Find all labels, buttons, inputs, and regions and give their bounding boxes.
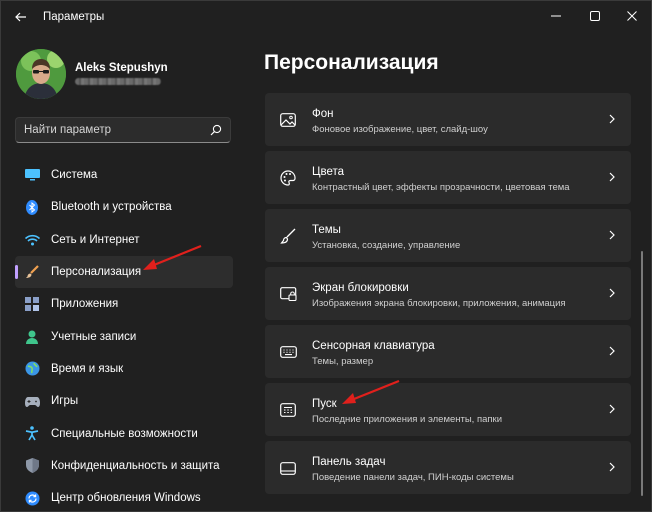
chevron-right-icon — [607, 344, 617, 358]
sidebar-item-label: Конфиденциальность и защита — [51, 459, 220, 472]
sidebar-item-label: Учетные записи — [51, 330, 137, 343]
sidebar-item-label: Игры — [51, 395, 79, 408]
accounts-icon — [24, 329, 40, 345]
avatar[interactable] — [16, 49, 66, 99]
sidebar-item-accounts[interactable]: Учетные записи — [15, 320, 233, 352]
sidebar-item-system[interactable]: Система — [15, 159, 233, 191]
sidebar-item-label: Центр обновления Windows — [51, 492, 201, 505]
card-subtitle: Фоновое изображение, цвет, слайд-шоу — [312, 124, 488, 135]
card-subtitle: Темы, размер — [312, 356, 374, 367]
sidebar-item-label: Сеть и Интернет — [51, 233, 140, 246]
bluetooth-icon — [24, 199, 40, 215]
card-colors[interactable]: Цвета Контрастный цвет, эффекты прозрачн… — [265, 151, 631, 204]
maximize-button[interactable] — [576, 1, 614, 31]
sidebar-item-accessibility[interactable]: Специальные возможности — [15, 417, 233, 449]
sidebar-item-windows-update[interactable]: Центр обновления Windows — [15, 482, 233, 512]
lock-screen-icon — [279, 285, 297, 303]
close-icon — [627, 11, 637, 21]
start-icon — [279, 401, 297, 419]
keyboard-icon — [279, 343, 297, 361]
sidebar-item-time-language[interactable]: Время и язык — [15, 353, 233, 385]
card-subtitle: Последние приложения и элементы, папки — [312, 414, 502, 425]
card-lock-screen[interactable]: Экран блокировки Изображения экрана блок… — [265, 267, 631, 320]
title-bar: Параметры — [1, 1, 651, 33]
card-title: Темы — [312, 224, 341, 236]
brush-icon — [24, 264, 40, 280]
close-button[interactable] — [613, 1, 651, 31]
brush-icon — [279, 227, 297, 245]
card-title: Фон — [312, 108, 334, 120]
taskbar-icon — [279, 459, 297, 477]
card-title: Сенсорная клавиатура — [312, 340, 435, 352]
back-arrow-icon — [15, 12, 26, 22]
sidebar-item-apps[interactable]: Приложения — [15, 288, 233, 320]
sidebar-nav: Система Bluetooth и устройства Сеть и Ин… — [15, 159, 233, 512]
settings-window: Параметры Aleks Stepushyn Найти параметр… — [0, 0, 652, 512]
card-start[interactable]: Пуск Последние приложения и элементы, па… — [265, 383, 631, 436]
app-title: Параметры — [43, 11, 105, 23]
sidebar-item-label: Bluetooth и устройства — [51, 201, 172, 214]
palette-icon — [279, 169, 297, 187]
user-name: Aleks Stepushyn — [75, 62, 168, 74]
sidebar-item-label: Специальные возможности — [51, 427, 198, 440]
chevron-right-icon — [607, 286, 617, 300]
gamepad-icon — [24, 393, 40, 409]
settings-cards: Фон Фоновое изображение, цвет, слайд-шоу… — [265, 93, 631, 499]
accessibility-icon — [24, 426, 40, 442]
chevron-right-icon — [607, 170, 617, 184]
card-background[interactable]: Фон Фоновое изображение, цвет, слайд-шоу — [265, 93, 631, 146]
apps-icon — [24, 296, 40, 312]
user-photo-icon — [16, 49, 66, 99]
chevron-right-icon — [607, 460, 617, 474]
card-title: Цвета — [312, 166, 345, 178]
minimize-icon — [551, 15, 561, 17]
user-email-blurred — [75, 78, 161, 85]
card-title: Панель задач — [312, 456, 386, 468]
search-input[interactable] — [24, 122, 204, 138]
chevron-right-icon — [607, 112, 617, 126]
sidebar-item-label: Система — [51, 169, 98, 182]
sidebar-item-gaming[interactable]: Игры — [15, 385, 233, 417]
card-taskbar[interactable]: Панель задач Поведение панели задач, ПИН… — [265, 441, 631, 494]
sidebar-item-bluetooth[interactable]: Bluetooth и устройства — [15, 191, 233, 223]
page-title: Персонализация — [264, 51, 439, 74]
chevron-right-icon — [607, 228, 617, 242]
card-subtitle: Поведение панели задач, ПИН-коды системы — [312, 472, 514, 483]
sidebar-item-privacy[interactable]: Конфиденциальность и защита — [15, 450, 233, 482]
sidebar-item-label: Приложения — [51, 298, 119, 311]
system-icon — [24, 167, 40, 183]
time-language-icon — [24, 361, 40, 377]
card-subtitle: Установка, создание, управление — [312, 240, 461, 251]
card-title: Экран блокировки — [312, 282, 409, 294]
search-box[interactable] — [15, 117, 231, 143]
back-button[interactable] — [9, 5, 33, 29]
user-email — [75, 77, 161, 86]
shield-icon — [24, 458, 40, 474]
sidebar-item-personalization[interactable]: Персонализация — [15, 255, 233, 289]
sidebar-item-network[interactable]: Сеть и Интернет — [15, 224, 233, 256]
card-title: Пуск — [312, 398, 337, 410]
sidebar-item-label: Персонализация — [51, 266, 142, 279]
sidebar-item-label: Время и язык — [51, 362, 124, 375]
maximize-icon — [590, 11, 600, 21]
wifi-icon — [24, 232, 40, 248]
update-icon — [24, 490, 40, 506]
card-themes[interactable]: Темы Установка, создание, управление — [265, 209, 631, 262]
scrollbar[interactable] — [641, 251, 643, 496]
minimize-button[interactable] — [537, 1, 575, 31]
card-touch-keyboard[interactable]: Сенсорная клавиатура Темы, размер — [265, 325, 631, 378]
chevron-right-icon — [607, 402, 617, 416]
card-subtitle: Изображения экрана блокировки, приложени… — [312, 298, 566, 309]
search-icon[interactable] — [210, 124, 222, 136]
image-icon — [279, 111, 297, 129]
active-indicator — [15, 264, 18, 279]
card-subtitle: Контрастный цвет, эффекты прозрачности, … — [312, 182, 570, 193]
